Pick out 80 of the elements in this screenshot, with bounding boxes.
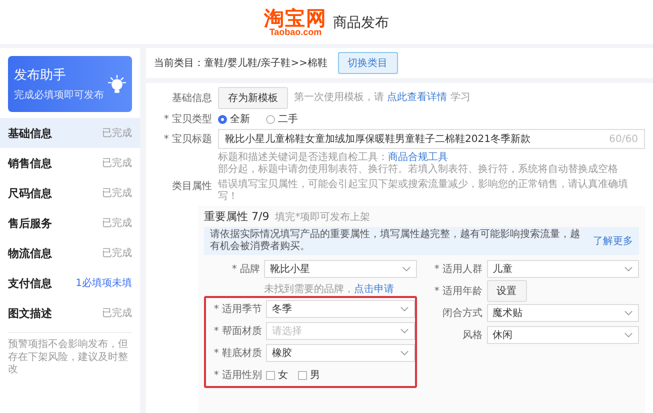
sidebar-item-label: 尺码信息 xyxy=(8,186,52,200)
select-field[interactable]: 休闲 xyxy=(486,326,639,344)
title-input[interactable]: 靴比小星儿童棉鞋女童加绒加厚保暖鞋男童鞋子二棉鞋2021冬季新款 60/60 xyxy=(218,129,645,149)
field-label: 闭合方式 xyxy=(442,306,482,320)
chevron-down-icon xyxy=(624,332,633,338)
chevron-down-icon xyxy=(624,310,633,316)
compliance-tool-link[interactable]: 商品合规工具 xyxy=(388,152,448,163)
select-field[interactable]: 儿童 xyxy=(486,260,639,278)
sidebar-item[interactable]: 销售信息 已完成 xyxy=(0,148,140,178)
title-hint: 部分起，标题中请勿使用制表符、换行符。若填入制表符、换行符，系统将自动替换成空格 xyxy=(218,164,618,176)
field-label: * 适用年龄 xyxy=(433,284,482,298)
field-label: * 宝贝类型 xyxy=(162,112,212,126)
field-label: * 适用季节 xyxy=(212,302,262,316)
radio-button[interactable] xyxy=(266,114,275,124)
template-hint: 第一次使用模板，请 点此查看详情 学习 xyxy=(294,92,470,104)
sidebar-item[interactable]: 图文描述 已完成 xyxy=(0,298,140,328)
sidebar-item-label: 物流信息 xyxy=(8,246,52,260)
sidebar-item-status: 已完成 xyxy=(102,186,132,200)
sidebar-item[interactable]: 售后服务 已完成 xyxy=(0,208,140,238)
title-hint: 标题和描述关键词是否违规自检工具：商品合规工具 xyxy=(218,152,449,164)
sidebar-item-status: 已完成 xyxy=(102,216,132,230)
field-label: 风格 xyxy=(462,328,482,342)
checkbox-label: 男 xyxy=(310,369,320,382)
select-field[interactable]: 魔术贴 xyxy=(486,304,639,322)
attribute-warning: 错误填写宝贝属性，可能会引起宝贝下架或搜索流量减少，影响您的正常销售，请认真准确填写！ xyxy=(218,179,629,203)
radio-label: 全新 xyxy=(230,112,250,126)
sidebar-item-status: 已完成 xyxy=(102,156,132,170)
page-title: 商品发布 xyxy=(333,14,389,32)
field-label: * 鞋底材质 xyxy=(212,346,262,360)
sidebar-item-status: 1必填项未填 xyxy=(76,276,132,290)
info-text: 请依据实际情况填写产品的重要属性，填写属性越完整，越有可能影响搜索流量，越有机会被消费者购买。 xyxy=(210,229,581,253)
field-label: * 适用人群 xyxy=(433,262,482,276)
sidebar-item-status: 已完成 xyxy=(102,306,132,320)
apply-link[interactable]: 点击申请 xyxy=(354,284,394,295)
switch-category-button[interactable]: 切换类目 xyxy=(338,52,398,74)
sidebar-item-label: 图文描述 xyxy=(8,306,52,320)
assistant-card[interactable]: 发布助手 完成必填项即可发布 xyxy=(8,56,132,112)
sidebar-item-status: 已完成 xyxy=(102,246,132,260)
select-field[interactable]: 橡胶 xyxy=(266,344,414,362)
sidebar-item[interactable]: 尺码信息 已完成 xyxy=(0,178,140,208)
chevron-down-icon xyxy=(624,266,633,272)
radio-button[interactable] xyxy=(218,114,227,124)
section-title: 重要属性 7/9 xyxy=(204,209,270,224)
assistant-subtitle: 完成必填项即可发布 xyxy=(14,88,104,102)
checkbox[interactable] xyxy=(298,370,307,380)
lightbulb-icon xyxy=(108,74,126,94)
sidebar-item[interactable]: 物流信息 已完成 xyxy=(0,238,140,268)
checkbox-label: 女 xyxy=(278,369,288,382)
field-label: * 品牌 xyxy=(230,263,260,276)
sidebar-item-label: 支付信息 xyxy=(8,276,52,290)
learn-more-link[interactable]: 了解更多 xyxy=(593,234,633,248)
logo-domain: Taobao.com xyxy=(269,28,322,36)
field-label: 类目属性 xyxy=(171,180,212,193)
chevron-down-icon xyxy=(400,328,408,334)
settings-button[interactable]: 设置 xyxy=(486,280,526,302)
radio-label: 二手 xyxy=(278,112,298,126)
sidebar-item[interactable]: 支付信息 1必填项未填 xyxy=(0,268,140,298)
sidebar-item-label: 售后服务 xyxy=(8,216,52,230)
details-link[interactable]: 点此查看详情 xyxy=(387,92,448,103)
select-field[interactable]: 冬季 xyxy=(266,300,414,318)
select-field[interactable]: 靴比小星 xyxy=(264,260,416,278)
chevron-down-icon xyxy=(400,350,408,356)
chevron-down-icon xyxy=(402,266,410,272)
logo-name: 淘宝网 xyxy=(264,8,327,28)
field-label: * 适用性别 xyxy=(212,368,262,382)
current-category: 当前类目：童鞋/婴儿鞋/亲子鞋>>棉鞋 xyxy=(154,56,328,70)
sidebar-item[interactable]: 基础信息 已完成 xyxy=(0,118,140,148)
chevron-down-icon xyxy=(400,306,408,312)
sidebar-item-status: 已完成 xyxy=(102,126,132,140)
field-label: 基础信息 xyxy=(171,92,212,105)
section-hint: 填完*项即可发布上架 xyxy=(275,212,370,224)
save-template-button[interactable]: 存为新模板 xyxy=(218,87,288,109)
sidebar-item-label: 基础信息 xyxy=(8,126,52,140)
warning-note: 预警项指不会影响发布，但存在下架风险，建议及时整改 xyxy=(8,332,132,376)
assistant-title: 发布助手 xyxy=(14,67,67,84)
field-label: * 宝贝标题 xyxy=(162,132,212,146)
checkbox[interactable] xyxy=(266,370,275,380)
sidebar-item-label: 销售信息 xyxy=(8,156,52,170)
brand-hint: 未找到需要的品牌，点击申请 xyxy=(264,284,394,295)
field-label: * 帮面材质 xyxy=(212,324,262,338)
